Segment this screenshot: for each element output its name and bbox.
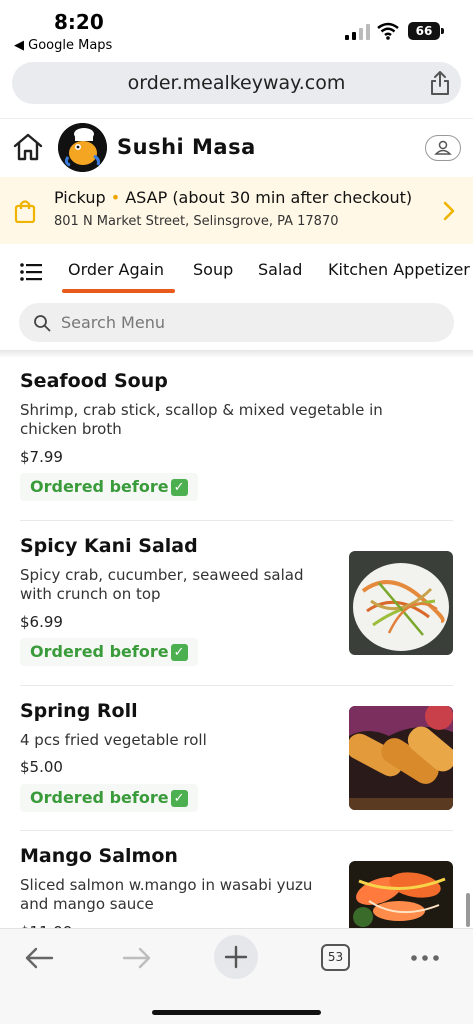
item-divider bbox=[20, 520, 453, 521]
item-price: $5.00 bbox=[20, 758, 63, 776]
battery-indicator: 66 bbox=[408, 22, 444, 40]
tab-salad[interactable]: Salad bbox=[258, 260, 302, 279]
item-divider bbox=[20, 685, 453, 686]
check-icon: ✓ bbox=[170, 790, 188, 807]
kani-salad-photo[interactable] bbox=[349, 551, 453, 655]
page-scrollbar[interactable] bbox=[466, 893, 470, 927]
badge-label: Ordered before bbox=[30, 788, 169, 807]
tab-kitchen-appetizer[interactable]: Kitchen Appetizer bbox=[328, 260, 470, 279]
search-placeholder: Search Menu bbox=[61, 313, 165, 332]
pickup-timing: ASAP (about 30 min after checkout) bbox=[125, 188, 413, 207]
category-tabs: Order Again Soup Salad Kitchen Appetizer bbox=[0, 245, 473, 295]
chevron-right-icon[interactable] bbox=[441, 199, 457, 223]
share-icon[interactable] bbox=[429, 70, 451, 96]
item-price: $6.99 bbox=[20, 613, 63, 631]
home-icon[interactable] bbox=[12, 132, 44, 162]
badge-label: Ordered before bbox=[30, 642, 169, 661]
item-name: Mango Salmon bbox=[20, 845, 178, 867]
item-description: 4 pcs fried vegetable roll bbox=[20, 731, 207, 749]
home-indicator bbox=[152, 1010, 321, 1015]
item-description: Sliced salmon w.mango in wasabi yuzu and… bbox=[20, 876, 313, 913]
search-input[interactable]: Search Menu bbox=[19, 303, 454, 342]
tab-switcher-button[interactable]: 53 bbox=[321, 944, 350, 971]
tab-order-again[interactable]: Order Again bbox=[68, 260, 164, 279]
wifi-icon bbox=[377, 22, 399, 40]
item-name: Seafood Soup bbox=[20, 370, 168, 392]
pickup-summary: Pickup • ASAP (about 30 min after checko… bbox=[54, 188, 412, 207]
mango-salmon-photo[interactable] bbox=[349, 861, 453, 928]
ordered-before-badge: Ordered before ✓ bbox=[20, 784, 198, 812]
more-icon[interactable] bbox=[410, 955, 440, 961]
url-text[interactable]: order.mealkeyway.com bbox=[12, 72, 461, 94]
store-name: Sushi Masa bbox=[117, 135, 256, 159]
account-button[interactable] bbox=[425, 135, 461, 161]
signal-icon bbox=[345, 24, 370, 40]
pickup-mode: Pickup bbox=[54, 188, 106, 207]
pickup-banner[interactable]: Pickup • ASAP (about 30 min after checko… bbox=[0, 177, 473, 244]
store-logo bbox=[58, 123, 107, 172]
status-bar: 8:20 ◀ Google Maps 66 bbox=[0, 0, 473, 56]
site-header: Sushi Masa bbox=[0, 118, 473, 176]
item-name: Spicy Kani Salad bbox=[20, 535, 198, 557]
pickup-separator: • bbox=[110, 188, 121, 207]
item-price: $7.99 bbox=[20, 448, 63, 466]
item-description: Shrimp, crab stick, scallop & mixed vege… bbox=[20, 401, 383, 438]
check-icon: ✓ bbox=[170, 644, 188, 661]
badge-label: Ordered before bbox=[30, 477, 169, 496]
back-arrow-icon[interactable] bbox=[24, 947, 54, 969]
forward-arrow-icon[interactable] bbox=[122, 947, 152, 969]
ordered-before-badge: Ordered before ✓ bbox=[20, 638, 198, 666]
header-shadow bbox=[0, 350, 473, 358]
address-bar[interactable]: order.mealkeyway.com bbox=[12, 62, 461, 104]
search-icon bbox=[34, 315, 51, 332]
pickup-address: 801 N Market Street, Selinsgrove, PA 178… bbox=[54, 214, 339, 229]
item-name: Spring Roll bbox=[20, 700, 138, 722]
ordered-before-badge: Ordered before ✓ bbox=[20, 473, 198, 501]
plus-icon bbox=[224, 945, 248, 969]
new-tab-button[interactable] bbox=[214, 935, 258, 979]
back-to-app-link[interactable]: ◀ Google Maps bbox=[14, 38, 112, 53]
bag-icon bbox=[14, 200, 36, 223]
menu-list-icon[interactable] bbox=[20, 263, 42, 281]
active-tab-indicator bbox=[62, 289, 175, 293]
user-icon bbox=[434, 140, 452, 155]
browser-toolbar: 53 bbox=[0, 928, 473, 1024]
check-icon: ✓ bbox=[170, 479, 188, 496]
item-divider bbox=[20, 830, 453, 831]
tab-soup[interactable]: Soup bbox=[193, 260, 233, 279]
spring-roll-photo[interactable] bbox=[349, 706, 453, 810]
item-description: Spicy crab, cucumber, seaweed salad with… bbox=[20, 566, 304, 603]
clock: 8:20 bbox=[54, 10, 104, 34]
